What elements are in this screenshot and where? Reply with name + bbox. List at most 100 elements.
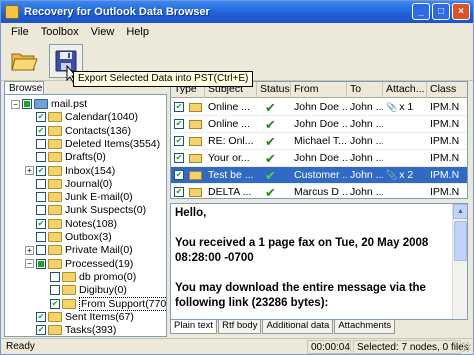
envelope-icon (189, 137, 202, 146)
tree-item[interactable]: db promo(0) (39, 270, 136, 284)
tree-item[interactable]: Digibuy(0) (39, 283, 127, 297)
column-status[interactable]: Status (257, 82, 291, 98)
resize-grip[interactable] (461, 342, 471, 352)
column-attachments[interactable]: Attach... (383, 82, 427, 98)
preview-scrollbar[interactable]: ▲ (452, 204, 467, 319)
menu-help[interactable]: Help (120, 26, 155, 38)
from-cell: John Doe ... (294, 101, 347, 113)
close-button[interactable]: × (452, 3, 470, 20)
column-from[interactable]: From (291, 82, 347, 98)
row-checkbox[interactable]: ✔ (174, 170, 184, 180)
folder-icon (48, 258, 62, 269)
tree-checkbox[interactable] (36, 205, 46, 216)
status-bar: Ready 00:00:04 Selected: 7 nodes, 0 file… (1, 338, 473, 354)
app-icon (5, 5, 19, 19)
tab-rtf-body[interactable]: Rtf body (218, 320, 262, 334)
column-to[interactable]: To (347, 82, 383, 98)
table-row[interactable]: ✔ Online ... ✔ John Doe ... John ... 📎 x 1 IPM.… (171, 99, 467, 116)
folder-icon (48, 218, 62, 229)
attachment-count: x 1 (399, 101, 414, 113)
attachments-cell (383, 150, 427, 167)
tree-item-label: Outbox(3) (65, 231, 112, 243)
folder-icon (62, 298, 76, 309)
tree-checkbox[interactable] (50, 271, 60, 282)
scroll-thumb[interactable] (454, 221, 467, 261)
tree-checkbox[interactable] (36, 245, 46, 256)
tab-plain-text[interactable]: Plain text (170, 320, 218, 334)
checkmark-icon: ✔ (265, 168, 276, 183)
menu-toolbox[interactable]: Toolbox (35, 26, 85, 38)
title-bar[interactable]: Recovery for Outlook Data Browser _ □ × (1, 1, 473, 23)
row-checkbox[interactable]: ✔ (174, 187, 184, 197)
tree-item[interactable]: + ✔ Inbox(154) (25, 164, 115, 178)
tree-item[interactable]: ✔ Calendar(1040) (25, 110, 138, 124)
tree-item[interactable]: + Private Mail(0) (25, 243, 133, 257)
folder-icon (48, 138, 62, 149)
tree-item-label: mail.pst (51, 98, 88, 110)
expand-icon[interactable]: + (25, 245, 34, 255)
tab-additional-data[interactable]: Additional data (262, 320, 334, 334)
tree-checkbox[interactable] (36, 178, 46, 189)
tree-checkbox[interactable] (36, 192, 46, 203)
table-row[interactable]: ✔ Your or... ✔ John Doe ... John ... IPM.N (171, 150, 467, 167)
table-row[interactable]: ✔ RE: Onl... ✔ Michael T... John ... IPM.N (171, 133, 467, 150)
tree-item[interactable]: − mail.pst (11, 97, 87, 111)
tree-checkbox[interactable] (36, 258, 46, 269)
tree-checkbox[interactable]: ✔ (50, 298, 60, 309)
tree-item[interactable]: Junk Suspects(0) (25, 203, 146, 217)
tree-item[interactable]: ✔ Contacts(136) (25, 124, 131, 138)
tree-item[interactable]: Deleted Items(3554) (25, 137, 160, 151)
row-checkbox[interactable]: ✔ (174, 153, 184, 163)
collapse-icon[interactable]: − (11, 99, 20, 109)
tree-checkbox[interactable]: ✔ (36, 325, 46, 336)
attachments-cell (383, 133, 427, 150)
tree-item[interactable]: − Processed(19) (25, 257, 133, 271)
tree-item[interactable]: ✔ Sent Items(67) (25, 310, 134, 324)
folder-icon (48, 178, 62, 189)
tree-checkbox[interactable]: ✔ (36, 311, 46, 322)
expand-icon[interactable]: + (25, 166, 34, 175)
menu-view[interactable]: View (85, 26, 121, 38)
table-row[interactable]: ✔ Online ... ✔ John Doe ... John ... IPM.N (171, 116, 467, 133)
tree-checkbox[interactable] (50, 285, 60, 296)
maximize-button[interactable]: □ (432, 3, 450, 20)
tree-item[interactable]: Outbox(3) (25, 230, 112, 244)
tree-item[interactable]: Journal(0) (25, 177, 112, 191)
scroll-up-icon[interactable]: ▲ (453, 204, 467, 219)
collapse-icon[interactable]: − (25, 259, 34, 269)
menu-file[interactable]: File (5, 26, 35, 38)
tree-item[interactable]: ✔ From Support(770) (39, 296, 166, 311)
preview-tabs: Plain text Rtf body Additional data Atta… (170, 320, 396, 334)
tree-item-label: Calendar(1040) (65, 111, 138, 124)
tree-item[interactable]: Drafts(0) (25, 150, 106, 164)
minimize-button[interactable]: _ (412, 3, 430, 20)
tab-attachments[interactable]: Attachments (334, 320, 396, 334)
tree-item[interactable]: ✔ Notes(108) (25, 217, 117, 231)
table-row[interactable]: ✔ DELTA ... ✔ Marcus D ... John ... IPM.N (171, 184, 467, 198)
table-row[interactable]: ✔ Test be ... ✔ Customer ... John ... 📎 x 2 IPM… (171, 167, 467, 184)
tab-browse[interactable]: Browse (4, 81, 44, 95)
tree-checkbox[interactable]: ✔ (36, 165, 46, 176)
open-button[interactable] (7, 44, 41, 78)
tree-checkbox[interactable] (36, 152, 46, 163)
folder-icon (48, 125, 62, 136)
column-class[interactable]: Class (427, 82, 467, 98)
tree-checkbox[interactable]: ✔ (36, 218, 46, 229)
class-cell: IPM.N (430, 186, 460, 198)
to-cell: John ... (350, 152, 383, 164)
to-cell: John ... (350, 118, 383, 130)
tree-item[interactable]: ✔ Tasks(393) (25, 323, 116, 336)
row-checkbox[interactable]: ✔ (174, 136, 184, 146)
folder-icon (48, 245, 62, 256)
row-checkbox[interactable]: ✔ (174, 119, 184, 129)
row-checkbox[interactable]: ✔ (174, 102, 184, 112)
tree-checkbox[interactable] (22, 99, 32, 109)
tree-item[interactable]: Junk E-mail(0) (25, 190, 133, 204)
tree-checkbox[interactable] (36, 232, 46, 242)
tree-checkbox[interactable]: ✔ (36, 112, 46, 123)
tree-checkbox[interactable]: ✔ (36, 125, 46, 136)
to-cell: John ... (350, 135, 383, 147)
tree-checkbox[interactable] (36, 138, 46, 149)
status-cell: ✔ (257, 99, 291, 116)
class-cell: IPM.N (430, 152, 460, 164)
